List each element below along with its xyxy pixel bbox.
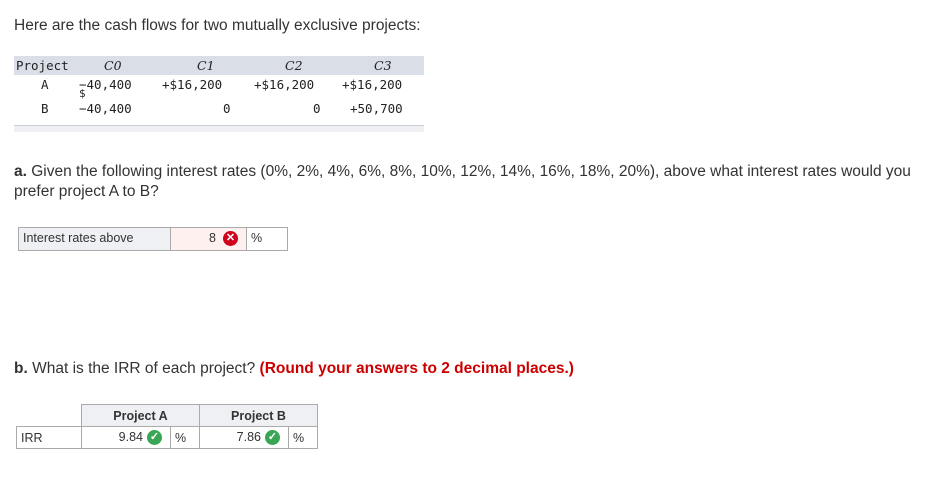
- question-b-label: b.: [14, 360, 28, 377]
- irr-project-b-input[interactable]: 7.86 ✓: [199, 426, 289, 449]
- project-a-c2: +$16,200: [254, 77, 315, 92]
- irr-project-a-value: 9.84: [118, 430, 143, 444]
- cashflow-header: Project C0 C1 C2 C3: [14, 56, 424, 75]
- question-b-instruction: (Round your answers to 2 decimal places.…: [259, 360, 574, 377]
- project-b-c3: +50,700: [350, 101, 403, 116]
- header-c1: C1: [197, 58, 215, 73]
- irr-answer-table: Project A Project B IRR 9.84 ✓ % 7.86 ✓ …: [16, 404, 318, 449]
- question-b: b. What is the IRR of each project? (Rou…: [14, 360, 574, 378]
- answer-a-unit: %: [251, 231, 263, 245]
- check-icon: ✓: [147, 430, 162, 445]
- project-b-c2: 0: [313, 101, 321, 116]
- irr-row-label: IRR: [16, 426, 82, 449]
- answer-a-label: Interest rates above: [19, 228, 171, 250]
- header-c3: C3: [374, 58, 392, 73]
- cashflow-footer: [14, 125, 424, 132]
- question-b-text: What is the IRR of each project?: [32, 360, 256, 377]
- intro-text: Here are the cash flows for two mutually…: [14, 17, 421, 34]
- cashflow-row-a: A −40,400 $ +$16,200 +$16,200 +$16,200: [14, 75, 424, 100]
- question-a-text: Given the following interest rates (0%, …: [14, 163, 911, 200]
- header-project: Project: [16, 58, 69, 73]
- project-a-c1: +$16,200: [162, 77, 223, 92]
- irr-project-b-unit: %: [288, 426, 318, 449]
- header-c2: C2: [285, 58, 303, 73]
- question-a: a. Given the following interest rates (0…: [14, 162, 939, 202]
- project-a-c3: +$16,200: [342, 77, 403, 92]
- header-c0: C0: [104, 58, 122, 73]
- check-icon: ✓: [265, 430, 280, 445]
- cashflow-row-b: B −40,400 0 0 +50,700: [14, 99, 424, 123]
- project-b-c1: 0: [223, 101, 231, 116]
- irr-project-a-input[interactable]: 9.84 ✓: [81, 426, 171, 449]
- cashflow-table: Project C0 C1 C2 C3 A −40,400 $ +$16,200…: [14, 56, 424, 132]
- project-b-c0: −40,400: [79, 101, 132, 116]
- irr-header-project-a: Project A: [81, 404, 200, 427]
- answer-a-input[interactable]: 8 ✕: [171, 228, 247, 250]
- incorrect-icon: ✕: [223, 231, 238, 246]
- project-a-label: A: [41, 77, 49, 92]
- irr-header-blank: [16, 404, 82, 427]
- project-b-label: B: [41, 101, 49, 116]
- answer-a-row: Interest rates above 8 ✕ %: [18, 227, 288, 251]
- irr-project-a-unit: %: [170, 426, 200, 449]
- irr-project-b-value: 7.86: [236, 430, 261, 444]
- question-a-label: a.: [14, 163, 27, 180]
- irr-header-project-b: Project B: [199, 404, 318, 427]
- project-a-c0: −40,400: [79, 77, 132, 92]
- answer-a-value: 8: [209, 231, 216, 245]
